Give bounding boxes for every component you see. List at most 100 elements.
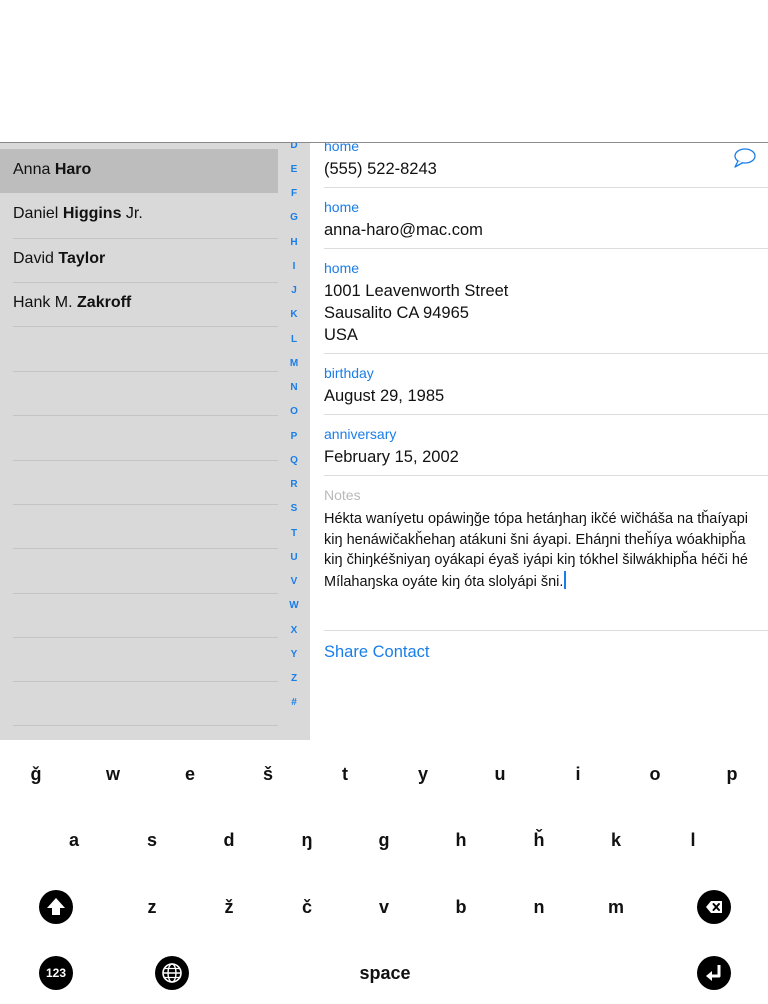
row-separator [13,504,278,505]
index-letter-d[interactable]: D [283,143,305,151]
globe-key[interactable] [155,956,189,990]
index-letter-u[interactable]: U [283,552,305,563]
index-letter-l[interactable]: L [283,334,305,345]
key[interactable]: e [160,754,220,794]
field-separator [324,475,768,476]
numbers-key[interactable]: 123 [39,956,73,990]
anniversary-value: February 15, 2002 [324,448,459,466]
contact-first-name: David [13,250,54,267]
shift-key[interactable] [39,890,73,924]
field-separator [324,187,768,188]
address-line1: 1001 Leavenworth Street [324,282,509,300]
key[interactable]: h [431,820,491,860]
index-letter-s[interactable]: S [283,503,305,514]
field-separator [324,630,768,631]
index-letter-n[interactable]: N [283,382,305,393]
phone-value[interactable]: (555) 522-8243 [324,158,437,180]
contact-first-name: Hank M. [13,294,73,311]
shift-up-arrow-icon [47,898,65,915]
row-separator [13,593,278,594]
index-letter-p[interactable]: P [283,431,305,442]
key[interactable]: a [44,820,104,860]
field-separator [324,414,768,415]
birthday-value: August 29, 1985 [324,387,445,405]
key[interactable]: p [702,754,762,794]
index-letter-k[interactable]: K [283,309,305,320]
section-index[interactable]: D E F G H I J K L M N O P Q R S T U V W … [283,143,305,740]
index-letter-m[interactable]: M [283,358,305,369]
key[interactable]: ž [199,887,259,927]
row-separator [13,548,278,549]
key[interactable]: k [586,820,646,860]
index-letter-w[interactable]: W [283,600,305,611]
contact-row-hank-zakroff[interactable]: Hank M. Zakroff [0,282,278,326]
contact-last-name: Zakroff [77,294,132,311]
phone-label: home [324,143,360,154]
key[interactable]: č [277,887,337,927]
anniversary-label: anniversary [324,426,397,442]
index-letter-o[interactable]: O [283,406,305,417]
key[interactable]: ǧ [6,754,66,794]
address-field[interactable]: home 1001 Leavenworth Street Sausalito C… [324,260,508,346]
email-value[interactable]: anna-haro@mac.com [324,219,483,241]
key[interactable]: i [548,754,608,794]
key[interactable]: z [122,887,182,927]
index-letter-hash[interactable]: # [283,697,305,708]
delete-key[interactable] [697,890,731,924]
index-letter-q[interactable]: Q [283,455,305,466]
share-contact-button[interactable]: Share Contact [324,643,429,662]
key[interactable]: u [470,754,530,794]
index-letter-f[interactable]: F [283,188,305,199]
key[interactable]: s [122,820,182,860]
contact-last-name: Higgins [62,205,122,222]
address-line3: USA [324,326,358,344]
index-letter-y[interactable]: Y [283,649,305,660]
index-letter-x[interactable]: X [283,625,305,636]
key[interactable]: m [586,887,646,927]
key[interactable]: š [238,754,298,794]
key[interactable]: l [663,820,723,860]
row-separator [13,637,278,638]
return-arrow-icon [706,965,721,981]
contact-row-daniel-higgins[interactable]: Daniel Higgins Jr. [0,193,278,237]
key[interactable]: v [354,887,414,927]
key[interactable]: g [354,820,414,860]
index-letter-z[interactable]: Z [283,673,305,684]
key[interactable]: b [431,887,491,927]
row-separator [13,460,278,461]
index-letter-i[interactable]: I [283,261,305,272]
index-letter-e[interactable]: E [283,164,305,175]
address-label: home [324,260,360,276]
notes-text-area[interactable]: Hékta waníyetu opáwiŋǧe tópa hetáŋhaŋ ik… [324,509,749,592]
index-letter-g[interactable]: G [283,212,305,223]
email-field[interactable]: home anna-haro@mac.com [324,199,483,241]
contact-row-anna-haro[interactable]: Anna Haro [0,149,278,193]
key[interactable]: ŋ [277,820,337,860]
key[interactable]: n [509,887,569,927]
birthday-field[interactable]: birthday August 29, 1985 [324,365,444,407]
key[interactable]: t [315,754,375,794]
key[interactable]: y [393,754,453,794]
birthday-label: birthday [324,365,374,381]
field-separator [324,353,768,354]
notes-field[interactable]: Notes Hékta waníyetu opáwiŋǧe tópa hetáŋ… [324,487,749,592]
index-letter-v[interactable]: V [283,576,305,587]
notes-label: Notes [324,487,361,503]
anniversary-field[interactable]: anniversary February 15, 2002 [324,426,459,468]
keyboard: ǧ w e š t y u i o p a s d ŋ g h ȟ k l z … [0,740,768,1004]
key[interactable]: o [625,754,685,794]
message-bubble-icon[interactable] [732,147,758,169]
key[interactable]: w [83,754,143,794]
index-letter-j[interactable]: J [283,285,305,296]
notes-text: Hékta waníyetu opáwiŋǧe tópa hetáŋhaŋ ik… [324,511,749,590]
phone-field[interactable]: home (555) 522-8243 [324,143,437,180]
index-letter-t[interactable]: T [283,528,305,539]
row-separator [13,415,278,416]
key[interactable]: d [199,820,259,860]
space-key[interactable]: space [330,953,440,993]
key[interactable]: ȟ [509,820,569,860]
index-letter-h[interactable]: H [283,237,305,248]
return-key[interactable] [697,956,731,990]
contact-row-david-taylor[interactable]: David Taylor [0,238,278,282]
index-letter-r[interactable]: R [283,479,305,490]
